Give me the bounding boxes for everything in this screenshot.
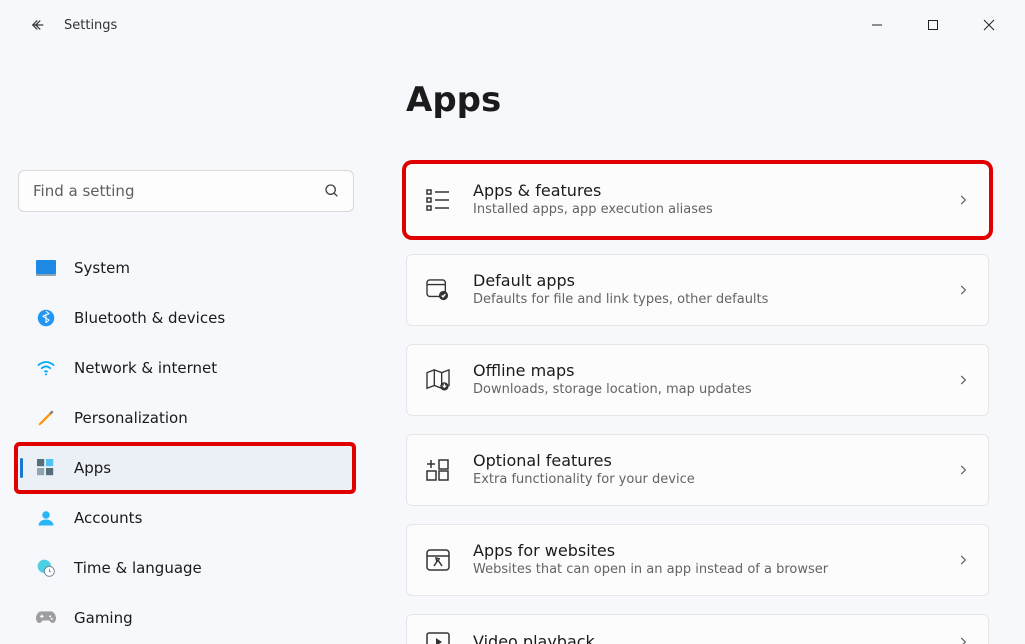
card-subtitle: Installed apps, app execution aliases xyxy=(473,202,934,219)
card-title: Optional features xyxy=(473,451,934,472)
apps-websites-icon xyxy=(425,547,451,573)
map-icon xyxy=(425,367,451,393)
apps-icon xyxy=(36,458,56,478)
sidebar-item-gaming[interactable]: Gaming xyxy=(18,596,352,640)
sidebar-item-system[interactable]: System xyxy=(18,246,352,290)
system-icon xyxy=(36,258,56,278)
card-offline-maps[interactable]: Offline maps Downloads, storage location… xyxy=(406,344,989,416)
card-list: Apps & features Installed apps, app exec… xyxy=(406,164,1007,644)
card-subtitle: Downloads, storage location, map updates xyxy=(473,382,934,399)
sidebar-item-label: Network & internet xyxy=(74,359,217,377)
arrow-left-icon xyxy=(29,16,47,34)
sidebar-item-label: Bluetooth & devices xyxy=(74,309,225,327)
card-title: Default apps xyxy=(473,271,934,292)
sidebar-item-accounts[interactable]: Accounts xyxy=(18,496,352,540)
card-texts: Apps for websites Websites that can open… xyxy=(473,541,934,579)
list-icon xyxy=(425,187,451,213)
card-texts: Offline maps Downloads, storage location… xyxy=(473,361,934,399)
card-subtitle: Extra functionality for your device xyxy=(473,472,934,489)
window-title: Settings xyxy=(64,18,117,33)
close-icon xyxy=(983,19,995,31)
optional-features-icon xyxy=(425,457,451,483)
minimize-button[interactable] xyxy=(849,0,905,50)
card-title: Offline maps xyxy=(473,361,934,382)
maximize-icon xyxy=(927,19,939,31)
card-title: Video playback xyxy=(473,632,934,644)
sidebar-item-personalization[interactable]: Personalization xyxy=(18,396,352,440)
card-texts: Video playback xyxy=(473,632,934,644)
search-icon xyxy=(324,183,340,199)
main-panel: Apps Apps & features Installed apps, app… xyxy=(370,50,1025,644)
page-title: Apps xyxy=(406,80,1007,120)
card-apps-for-websites[interactable]: Apps for websites Websites that can open… xyxy=(406,524,989,596)
sidebar-item-label: Apps xyxy=(74,459,111,477)
sidebar-item-label: System xyxy=(74,259,130,277)
sidebar-item-network[interactable]: Network & internet xyxy=(18,346,352,390)
minimize-icon xyxy=(871,19,883,31)
video-icon xyxy=(425,629,451,644)
card-texts: Default apps Defaults for file and link … xyxy=(473,271,934,309)
card-apps-features[interactable]: Apps & features Installed apps, app exec… xyxy=(406,164,989,236)
sidebar-item-label: Gaming xyxy=(74,609,133,627)
chevron-right-icon xyxy=(956,283,970,297)
card-default-apps[interactable]: Default apps Defaults for file and link … xyxy=(406,254,989,326)
chevron-right-icon xyxy=(956,463,970,477)
sidebar-item-label: Accounts xyxy=(74,509,142,527)
sidebar-item-apps[interactable]: Apps xyxy=(18,446,352,490)
default-apps-icon xyxy=(425,277,451,303)
back-button[interactable] xyxy=(20,7,56,43)
card-video-playback[interactable]: Video playback xyxy=(406,614,989,644)
sidebar: System Bluetooth & devices Network & int… xyxy=(0,50,370,644)
search-container xyxy=(18,170,354,212)
card-texts: Apps & features Installed apps, app exec… xyxy=(473,181,934,219)
wifi-icon xyxy=(36,358,56,378)
chevron-right-icon xyxy=(956,373,970,387)
maximize-button[interactable] xyxy=(905,0,961,50)
search-input[interactable] xyxy=(18,170,354,212)
sidebar-item-bluetooth[interactable]: Bluetooth & devices xyxy=(18,296,352,340)
chevron-right-icon xyxy=(956,553,970,567)
paintbrush-icon xyxy=(36,408,56,428)
globe-clock-icon xyxy=(36,558,56,578)
card-subtitle: Defaults for file and link types, other … xyxy=(473,292,934,309)
person-icon xyxy=(36,508,56,528)
card-subtitle: Websites that can open in an app instead… xyxy=(473,562,934,579)
sidebar-item-time-language[interactable]: Time & language xyxy=(18,546,352,590)
close-button[interactable] xyxy=(961,0,1017,50)
bluetooth-icon xyxy=(36,308,56,328)
card-title: Apps for websites xyxy=(473,541,934,562)
chevron-right-icon xyxy=(956,193,970,207)
card-texts: Optional features Extra functionality fo… xyxy=(473,451,934,489)
sidebar-item-label: Personalization xyxy=(74,409,188,427)
gamepad-icon xyxy=(36,608,56,628)
titlebar: Settings xyxy=(0,0,1025,50)
chevron-right-icon xyxy=(956,635,970,644)
card-title: Apps & features xyxy=(473,181,934,202)
nav-list: System Bluetooth & devices Network & int… xyxy=(18,246,352,640)
card-optional-features[interactable]: Optional features Extra functionality fo… xyxy=(406,434,989,506)
sidebar-item-label: Time & language xyxy=(74,559,202,577)
window-controls xyxy=(849,0,1017,50)
